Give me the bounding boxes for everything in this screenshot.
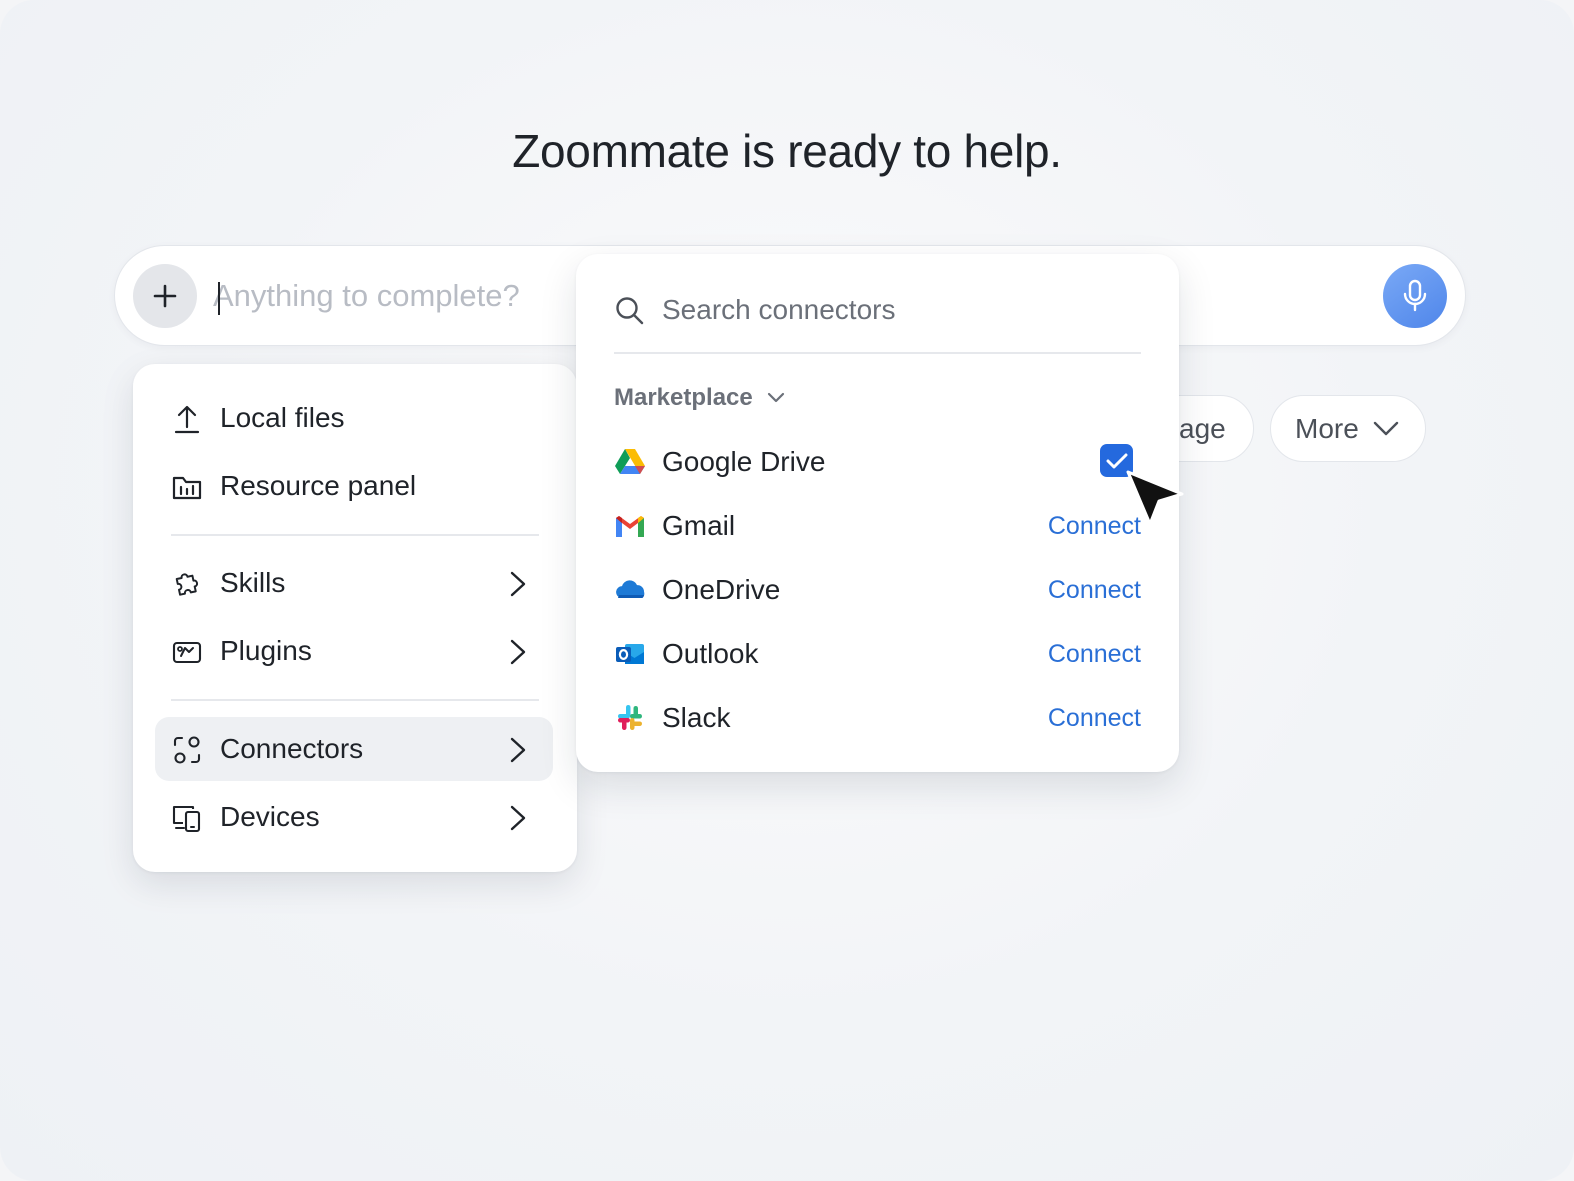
chevron-right-icon [510, 737, 526, 763]
menu-item-label: Skills [220, 567, 286, 598]
search-connectors-input[interactable] [662, 290, 1132, 330]
menu-divider [171, 534, 539, 536]
connector-row-slack[interactable]: Slack Connect [614, 690, 1141, 746]
menu-divider [171, 699, 539, 701]
gmail-icon [616, 516, 644, 537]
connector-name: Google Drive [662, 446, 826, 477]
onedrive-icon [616, 580, 645, 598]
prompt-input[interactable] [213, 272, 633, 320]
image-chip-label: age [1179, 412, 1226, 444]
more-button[interactable]: More [1270, 395, 1426, 462]
connector-row-onedrive[interactable]: OneDrive Connect [614, 562, 1141, 618]
menu-item-label: Resource panel [220, 470, 417, 501]
more-label: More [1295, 412, 1359, 444]
connectors-icon [173, 736, 201, 764]
attach-menu: Local files Resource panel Skills Plugin… [133, 364, 577, 872]
connector-name: Outlook [662, 638, 759, 669]
plus-icon [153, 284, 177, 308]
connector-row-gmail[interactable]: Gmail Connect [614, 498, 1141, 554]
slack-icon [618, 705, 642, 730]
connect-link[interactable]: Connect [1048, 576, 1141, 605]
devices-icon [172, 805, 201, 833]
outlook-icon [616, 644, 644, 664]
voice-input-button[interactable] [1383, 264, 1447, 328]
menu-item-plugins[interactable]: Plugins [155, 619, 553, 683]
connector-name: Gmail [662, 510, 736, 541]
chevron-down-icon [1373, 421, 1398, 435]
section-label: Marketplace [614, 384, 753, 411]
folder-icon [172, 476, 202, 500]
chevron-right-icon [510, 805, 526, 831]
menu-item-devices[interactable]: Devices [155, 785, 553, 849]
app-frame: Zoommate is ready to help. age More [0, 0, 1574, 1181]
menu-item-skills[interactable]: Skills [155, 551, 553, 615]
add-button[interactable] [133, 264, 197, 328]
connect-link[interactable]: Connect [1048, 640, 1141, 669]
connector-search [614, 286, 1141, 354]
chevron-down-icon [767, 392, 784, 403]
page-title: Zoommate is ready to help. [512, 125, 1062, 177]
connector-row-outlook[interactable]: Outlook Connect [614, 626, 1141, 682]
chevron-right-icon [510, 639, 526, 665]
marketplace-dropdown[interactable]: Marketplace [614, 384, 785, 412]
menu-item-label: Plugins [220, 635, 312, 666]
google-drive-icon [615, 449, 645, 474]
connect-link[interactable]: Connect [1048, 704, 1141, 733]
chevron-right-icon [510, 571, 526, 597]
connector-name: OneDrive [662, 574, 781, 605]
text-caret [218, 282, 220, 315]
menu-item-label: Connectors [220, 733, 364, 764]
search-icon [616, 297, 644, 325]
menu-item-label: Devices [220, 801, 320, 832]
connector-row-google-drive[interactable]: Google Drive [614, 434, 1141, 490]
connector-name: Slack [662, 702, 731, 733]
mouse-pointer-icon [1126, 470, 1184, 526]
menu-item-local-files[interactable]: Local files [155, 386, 553, 450]
puzzle-icon [175, 573, 199, 596]
menu-item-label: Local files [220, 402, 345, 433]
menu-item-resource-panel[interactable]: Resource panel [155, 454, 553, 518]
connectors-popover: Marketplace Google Drive [576, 254, 1179, 772]
upload-icon [174, 405, 200, 434]
microphone-icon [1403, 279, 1427, 312]
plugin-icon [172, 641, 202, 664]
menu-item-connectors[interactable]: Connectors [155, 717, 553, 781]
